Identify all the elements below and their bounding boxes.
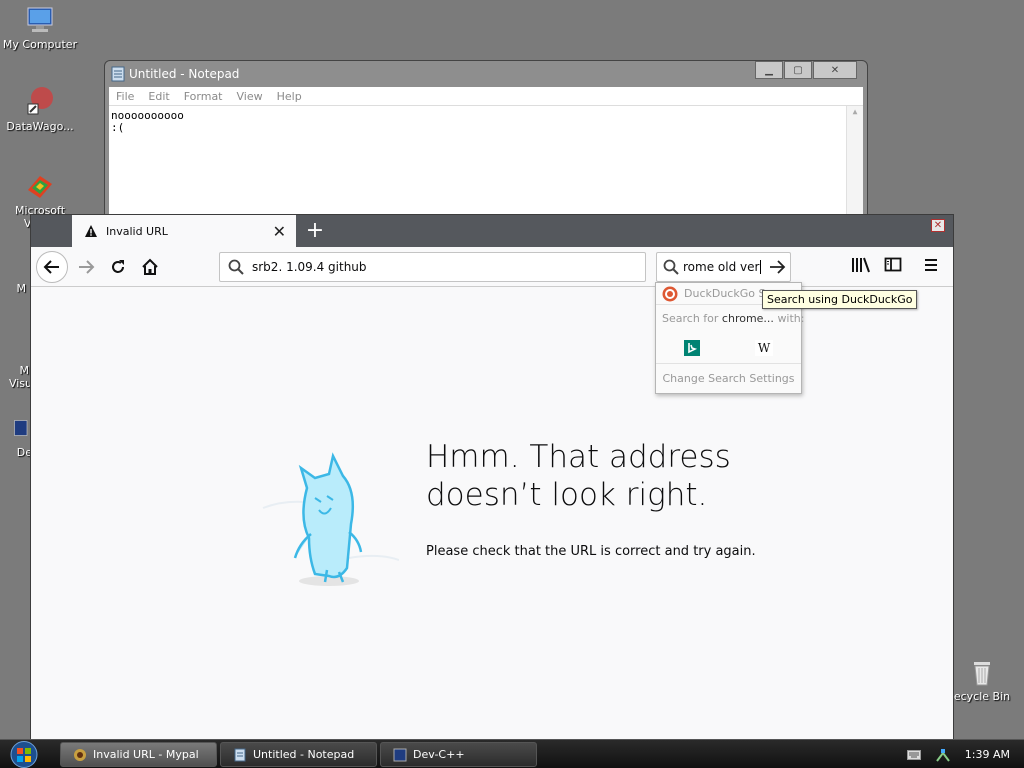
menu-view[interactable]: View <box>237 90 263 103</box>
notepad-text: noooooooooo :( <box>111 109 184 134</box>
desktop-icon-label: Visu <box>8 377 32 390</box>
desktop-icon-label: My Computer <box>2 38 78 51</box>
taskbar-item-notepad[interactable]: Untitled - Notepad <box>220 742 377 767</box>
search-icon <box>663 259 679 275</box>
desktop-icon-partial-2[interactable]: Mi Visu <box>0 340 32 390</box>
sidebar-icon <box>884 257 902 272</box>
address-bar-value: srb2. 1.09.4 github <box>252 260 367 274</box>
datawago-icon <box>27 87 53 115</box>
svg-text:W: W <box>758 341 771 355</box>
browser-close-button[interactable]: ✕ <box>931 219 945 232</box>
taskbar: Invalid URL - Mypal Untitled - Notepad D… <box>0 739 1024 768</box>
navigation-toolbar: srb2. 1.09.4 github rome old ver <box>31 247 953 287</box>
tab-invalid-url[interactable]: Invalid URL ✕ <box>72 215 296 247</box>
error-description: Please check that the URL is correct and… <box>426 544 756 559</box>
tab-bar: Invalid URL ✕ + ✕ <box>31 215 953 247</box>
notepad-menubar: File Edit Format View Help <box>109 87 863 105</box>
new-tab-button[interactable]: + <box>303 218 327 243</box>
recycle-bin-icon <box>974 662 990 686</box>
tab-close-icon[interactable]: ✕ <box>273 222 286 241</box>
library-button[interactable] <box>851 256 871 277</box>
taskbar-item-mypal[interactable]: Invalid URL - Mypal <box>60 742 217 767</box>
desktop-icon-datawago[interactable]: DataWago... <box>0 86 80 133</box>
mypal-icon <box>74 748 86 761</box>
home-icon <box>142 258 158 275</box>
tab-title: Invalid URL <box>106 224 168 238</box>
search-bar-value: rome old ver <box>683 260 762 274</box>
maximize-button[interactable]: ▢ <box>784 61 812 79</box>
bing-icon[interactable] <box>683 340 700 356</box>
notepad-title: Untitled - Notepad <box>129 67 240 81</box>
back-arrow-icon <box>43 260 59 274</box>
taskbar-item-label: Invalid URL - Mypal <box>93 748 199 761</box>
close-button[interactable]: ✕ <box>813 61 857 79</box>
taskbar-item-devcpp[interactable]: Dev-C++ <box>380 742 537 767</box>
notepad-icon <box>234 748 246 761</box>
search-for-query: chrome... <box>721 312 774 325</box>
notepad-scrollbar[interactable]: ▲ <box>846 106 863 229</box>
devcpp-icon <box>14 420 28 436</box>
desktop-icon-label: M <box>16 282 27 295</box>
network-icon[interactable] <box>935 747 951 763</box>
notepad-text-area[interactable]: noooooooooo :( ▲ <box>109 105 863 229</box>
search-icon <box>228 259 244 275</box>
page-content: Hmm. That address doesn’t look right. Pl… <box>31 288 953 739</box>
desktop-icon-partial-1[interactable]: M <box>0 262 27 295</box>
keyboard-icon[interactable] <box>906 749 921 760</box>
library-icon <box>852 257 870 273</box>
notepad-window[interactable]: Untitled - Notepad ▁ ▢ ✕ File Edit Forma… <box>104 60 868 230</box>
reload-button[interactable] <box>103 252 133 282</box>
devcpp-icon <box>393 748 407 761</box>
desktop-icon-partial-3[interactable]: De <box>0 412 32 459</box>
menu-file[interactable]: File <box>116 90 134 103</box>
notepad-titlebar[interactable]: Untitled - Notepad <box>105 61 867 87</box>
menu-format[interactable]: Format <box>184 90 223 103</box>
engine-header-label: DuckDuckGo S <box>684 287 766 300</box>
system-tray: 1:39 AM <box>906 740 1024 768</box>
clock[interactable]: 1:39 AM <box>965 748 1010 761</box>
forward-button[interactable] <box>71 252 101 282</box>
search-for-label: Search for <box>662 312 719 325</box>
home-button[interactable] <box>135 252 165 282</box>
back-button[interactable] <box>36 251 68 283</box>
desktop-icon-label: De <box>16 446 32 459</box>
desktop-icon-label: DataWago... <box>6 120 74 133</box>
visual-studio-icon <box>28 176 52 198</box>
error-mascot-illustration <box>262 452 399 586</box>
minimize-button[interactable]: ▁ <box>755 61 783 79</box>
search-tooltip: Search using DuckDuckGo <box>762 290 918 309</box>
forward-arrow-icon <box>79 260 95 274</box>
change-search-settings[interactable]: Change Search Settings <box>656 363 801 393</box>
taskbar-item-label: Untitled - Notepad <box>253 748 355 761</box>
desktop-icon-label: Mi <box>19 364 32 377</box>
taskbar-item-label: Dev-C++ <box>413 748 465 761</box>
desktop-icon-my-computer[interactable]: My Computer <box>0 4 80 51</box>
wikipedia-icon[interactable]: W <box>755 340 774 356</box>
notepad-window-controls: ▁ ▢ ✕ <box>754 61 857 79</box>
duckduckgo-icon <box>662 286 678 301</box>
search-bar[interactable]: rome old ver <box>656 252 791 282</box>
notepad-icon <box>111 66 125 82</box>
menu-help[interactable]: Help <box>277 90 302 103</box>
error-title: Hmm. That address doesn’t look right. <box>426 439 731 513</box>
computer-icon <box>27 7 53 32</box>
search-engine-list: W <box>656 335 801 361</box>
address-bar[interactable]: srb2. 1.09.4 github <box>219 252 646 282</box>
search-with-label: with: <box>777 312 805 325</box>
hamburger-menu-icon <box>925 259 937 271</box>
warning-icon <box>85 225 97 237</box>
menu-edit[interactable]: Edit <box>148 90 169 103</box>
start-button[interactable] <box>6 740 42 768</box>
sidebar-button[interactable] <box>884 256 902 277</box>
menu-button[interactable] <box>923 256 939 277</box>
search-go-arrow-icon[interactable] <box>768 258 786 276</box>
reload-icon <box>112 260 124 273</box>
